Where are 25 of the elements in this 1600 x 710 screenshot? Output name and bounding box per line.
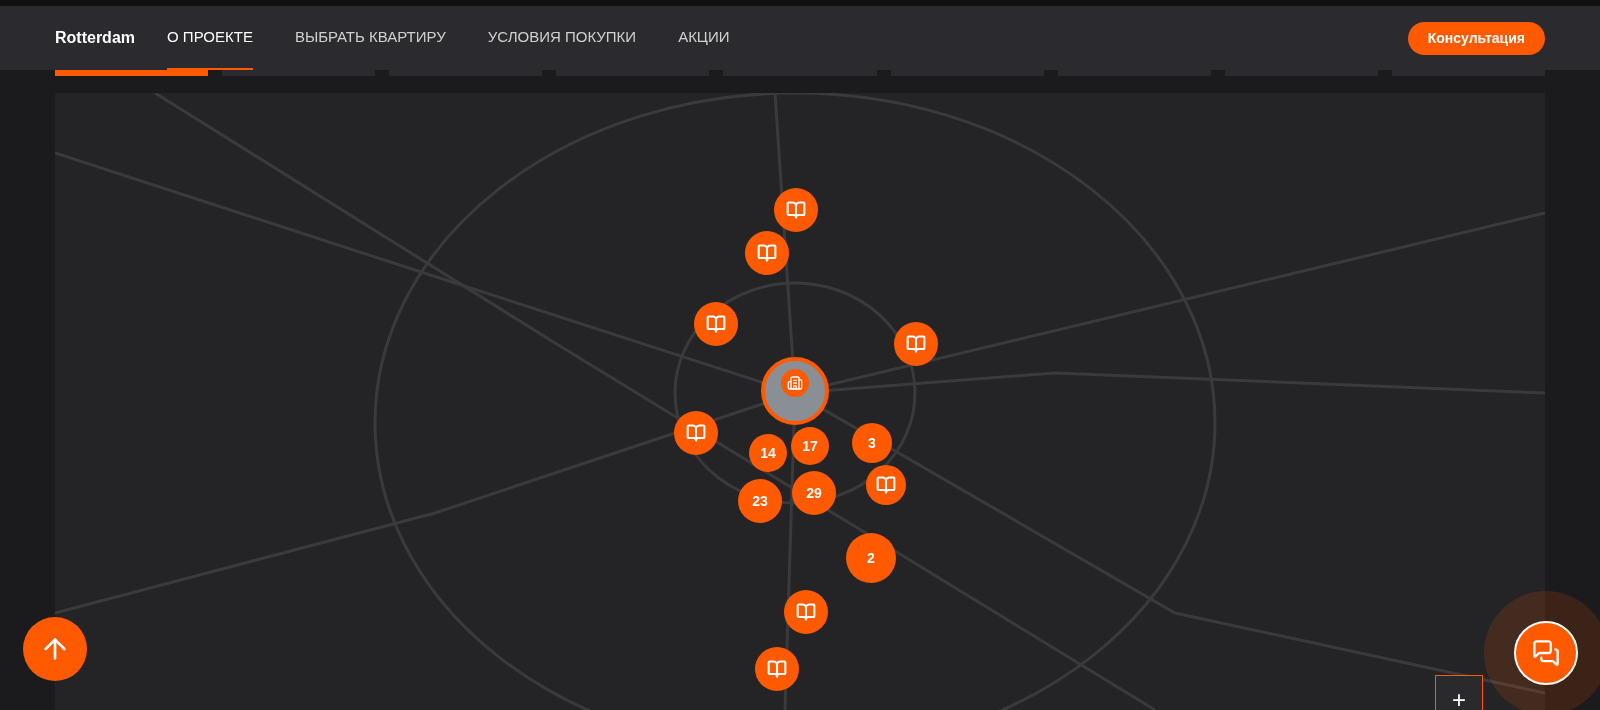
map-pin[interactable] (894, 322, 938, 366)
map-pin[interactable] (866, 465, 906, 505)
building-icon (787, 375, 803, 391)
chat-button[interactable] (1514, 621, 1578, 685)
map-pin[interactable] (774, 188, 818, 232)
book-icon (906, 334, 926, 354)
book-icon (876, 475, 896, 495)
book-icon (757, 243, 777, 263)
map-pin[interactable] (745, 231, 789, 275)
map-pin[interactable] (694, 302, 738, 346)
zoom-in-button[interactable]: + (1435, 675, 1483, 710)
book-icon (706, 314, 726, 334)
book-icon (686, 423, 706, 443)
book-icon (796, 602, 816, 622)
book-icon (767, 659, 787, 679)
logo-text[interactable]: Rotterdam (55, 26, 135, 50)
nav-link[interactable]: ВЫБРАТЬ КВАРТИРУ (294, 6, 446, 70)
map-pin[interactable] (784, 590, 828, 634)
map-pin[interactable] (755, 647, 799, 691)
nav-link[interactable]: УСЛОВИЯ ПОКУПКИ (487, 6, 637, 70)
nav-link[interactable]: АКЦИИ (678, 6, 730, 70)
messages-icon (1532, 639, 1560, 667)
book-icon (786, 200, 806, 220)
map-background[interactable]: 14 17 3 23 29 2 + (55, 93, 1545, 710)
map-pin[interactable] (674, 411, 718, 455)
